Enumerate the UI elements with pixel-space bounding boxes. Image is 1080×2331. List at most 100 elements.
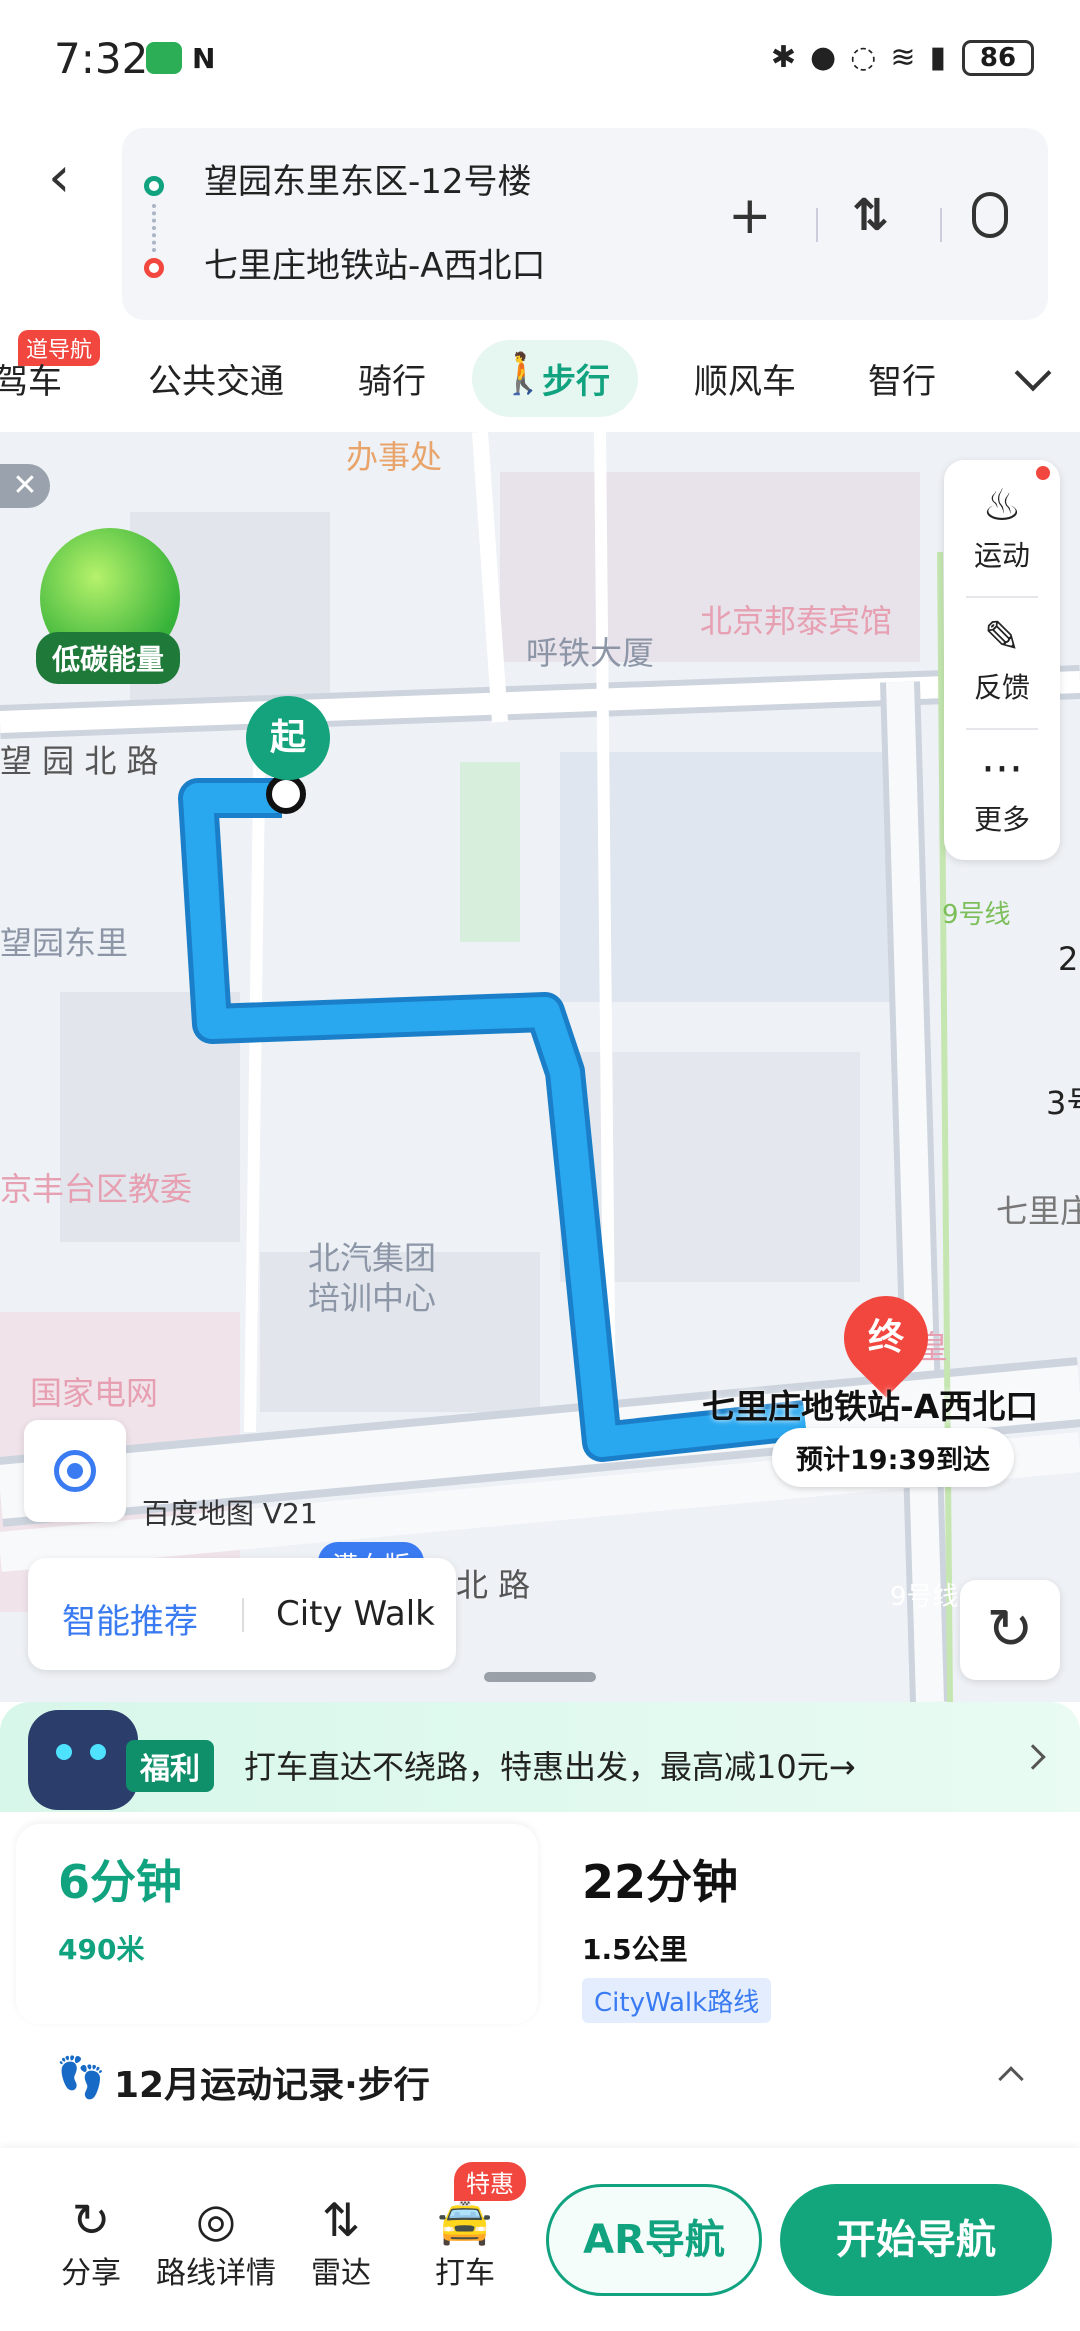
wechat-icon <box>146 42 182 74</box>
tab-walking-label: 步行 <box>542 362 610 402</box>
route-detail-button[interactable]: ◎ 路线详情 <box>148 2192 284 2292</box>
chevron-right-icon <box>1020 1744 1046 1770</box>
swap-route-button[interactable]: ⇅ <box>852 190 889 241</box>
promo-banner[interactable]: 福利 打车直达不绕路，特惠出发，最高减10元→ <box>0 1702 1080 1822</box>
location-pin-icon: ◎ <box>195 2193 237 2247</box>
map-label-line9-lower: 9号线 <box>890 1582 959 1612</box>
taxi-button[interactable]: 🚖 打车 <box>410 2192 520 2292</box>
radar-label: 雷达 <box>311 2256 371 2291</box>
share-button[interactable]: ↻ 分享 <box>36 2192 146 2292</box>
origin-field[interactable]: 望园东里东区-12号楼 <box>204 154 532 203</box>
map-view[interactable]: 办事处 呼铁大厦 北京邦泰宾馆 望 园 北 路 望园东里 京丰台区教委 北汽集团… <box>0 432 1080 1702</box>
radar-button[interactable]: ⇅ 雷达 <box>286 2192 396 2292</box>
ar-navigation-button[interactable]: AR导航 <box>546 2184 762 2296</box>
footprint-icon: 👣 <box>56 2055 106 2101</box>
exercise-record-title: 12月运动记录·步行 <box>114 2065 430 2106</box>
sale-badge: 特惠 <box>454 2162 526 2201</box>
map-label-qili: 七里庄 <box>996 1192 1080 1230</box>
chevron-up-icon[interactable] <box>998 2066 1024 2092</box>
battery-indicator: 86 <box>962 40 1034 76</box>
route-duration: 6分钟 <box>58 1855 183 1909</box>
feedback-button[interactable]: ✎ 反馈 <box>944 610 1060 706</box>
robot-eye <box>90 1744 106 1760</box>
nfc-icon: N <box>192 42 216 75</box>
sheet-grab-handle[interactable] <box>484 1672 596 1682</box>
route-options: 6分钟 490米 22分钟 1.5公里 CityWalk路线 <box>0 1812 1080 2024</box>
tab-hitch[interactable]: 顺风车 <box>694 354 796 403</box>
flame-icon: ♨ <box>982 480 1022 531</box>
map-label-fengtai: 京丰台区教委 <box>0 1170 193 1208</box>
tab-transit[interactable]: 公共交通 <box>148 354 284 403</box>
route-distance: 1.5公里 <box>582 1933 688 1966</box>
robot-mascot-icon <box>28 1710 138 1810</box>
route-connector <box>152 204 156 252</box>
close-icon[interactable]: ✕ <box>0 464 50 508</box>
map-label-banshichu: 办事处 <box>346 438 443 476</box>
destination-map-label: 七里庄地铁站-A西北口 <box>702 1387 1039 1426</box>
citywalk-tab[interactable]: City Walk <box>276 1594 435 1634</box>
route-distance: 490米 <box>58 1933 145 1966</box>
map-label-hutie: 呼铁大厦 <box>526 634 655 672</box>
walking-icon: 🚶 <box>498 351 548 397</box>
route-detail-label: 路线详情 <box>156 2256 276 2291</box>
refresh-icon[interactable]: ↻ <box>960 1580 1060 1680</box>
map-label-beiqi: 北汽集团 培训中心 <box>308 1239 437 1317</box>
smart-recommend-tab[interactable]: 智能推荐 <box>62 1594 198 1643</box>
tab-walking[interactable]: 🚶 步行 <box>472 340 638 417</box>
route-option-citywalk[interactable]: 22分钟 1.5公里 CityWalk路线 <box>540 1824 1060 2024</box>
tab-drive[interactable]: 驾车 <box>0 354 62 403</box>
share-label: 分享 <box>61 2256 121 2291</box>
divider <box>966 596 1038 598</box>
exercise-record-row[interactable]: 👣 12月运动记录·步行 <box>0 2040 1080 2144</box>
more-button[interactable]: ··· 更多 <box>944 742 1060 838</box>
start-pin: 起 <box>246 696 330 780</box>
eta-label: 预计19:39到达 <box>772 1428 1014 1487</box>
clock: 7:32 <box>54 34 149 83</box>
tab-cycling[interactable]: 骑行 <box>358 354 426 403</box>
citywalk-tag: CityWalk路线 <box>582 1978 772 2023</box>
map-label-edge3: 3号 <box>1046 1084 1080 1122</box>
map-side-panel: ♨ 运动 ✎ 反馈 ··· 更多 <box>944 460 1060 860</box>
sport-label: 运动 <box>973 539 1030 572</box>
system-status-icons: ✱●◌≋▮ <box>770 40 960 75</box>
voice-input-button[interactable] <box>972 192 1008 238</box>
welfare-badge: 福利 <box>126 1740 214 1792</box>
route-duration: 22分钟 <box>582 1855 739 1909</box>
destination-dot-icon <box>144 258 164 278</box>
more-label: 更多 <box>973 803 1030 836</box>
more-icon: ··· <box>981 744 1023 795</box>
travel-mode-tabs: 道导航 驾车 公共交通 骑行 🚶 步行 顺风车 智行 <box>0 330 1080 430</box>
locate-icon-core <box>67 1463 83 1479</box>
route-option-selected[interactable]: 6分钟 490米 <box>16 1824 538 2024</box>
tab-smart[interactable]: 智行 <box>868 354 936 403</box>
start-navigation-button[interactable]: 开始导航 <box>780 2184 1052 2296</box>
eco-energy-label[interactable]: 低碳能量 <box>36 632 181 684</box>
origin-dot-icon <box>144 176 164 196</box>
map-label-guojia: 国家电网 <box>30 1374 159 1412</box>
taxi-label: 打车 <box>435 2256 495 2291</box>
map-logo: 百度地图 V21 <box>142 1497 318 1530</box>
destination-field[interactable]: 七里庄地铁站-A西北口 <box>204 238 546 287</box>
sport-button[interactable]: ♨ 运动 <box>944 478 1060 574</box>
feedback-label: 反馈 <box>973 671 1030 704</box>
map-label-edge2: 2 <box>1058 940 1079 978</box>
end-pin-label: 终 <box>867 1317 904 1358</box>
chevron-down-icon[interactable] <box>1014 354 1052 392</box>
divider <box>816 208 818 242</box>
divider <box>940 208 942 242</box>
add-waypoint-button[interactable]: + <box>728 186 772 246</box>
map-label-wangyuandongli: 望园东里 <box>0 924 129 962</box>
map-label-bangtai: 北京邦泰宾馆 <box>700 602 893 640</box>
promo-text: 打车直达不绕路，特惠出发，最高减10元→ <box>244 1748 856 1786</box>
status-bar: 7:32 N ✱●◌≋▮ 86 <box>0 0 1080 120</box>
route-input-box: 望园东里东区-12号楼 七里庄地铁站-A西北口 + ⇅ <box>122 128 1048 320</box>
pencil-icon: ✎ <box>983 612 1021 663</box>
map-label-line9: 9号线 <box>942 900 1011 930</box>
map-label-wangyuanbeilu: 望 园 北 路 <box>0 742 159 780</box>
radar-icon: ⇅ <box>321 2193 361 2247</box>
locate-button[interactable] <box>24 1420 126 1522</box>
robot-eye <box>56 1744 72 1760</box>
back-button[interactable]: ‹ <box>48 150 88 210</box>
bottom-action-bar: ↻ 分享 ◎ 路线详情 ⇅ 雷达 🚖 打车 特惠 AR导航 开始导航 <box>0 2148 1080 2331</box>
divider <box>242 1598 244 1632</box>
